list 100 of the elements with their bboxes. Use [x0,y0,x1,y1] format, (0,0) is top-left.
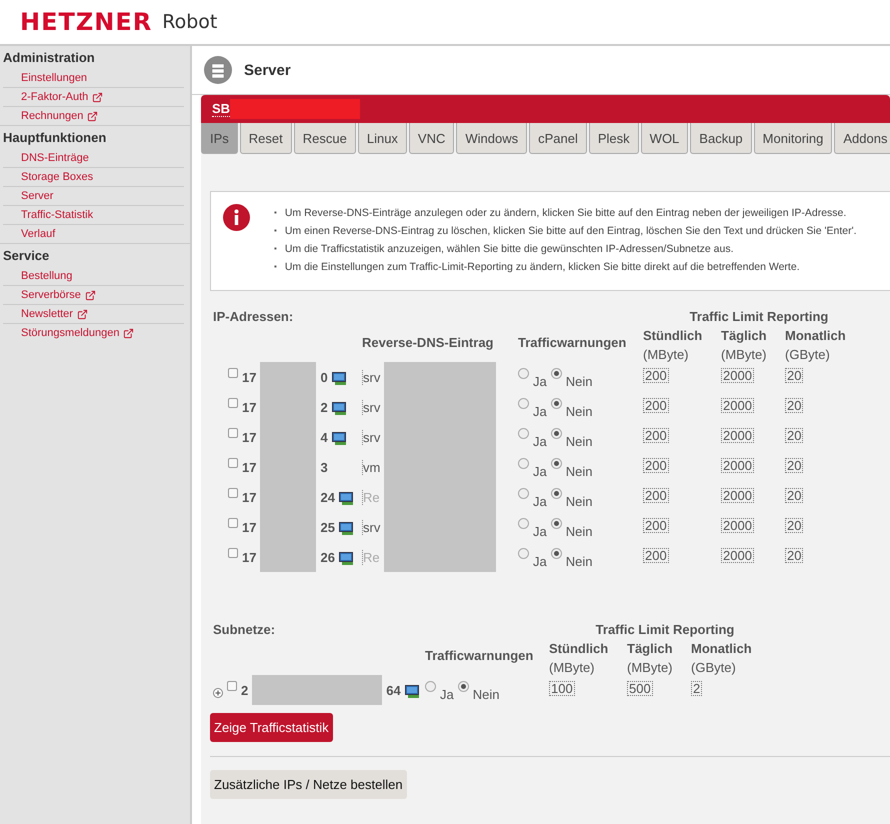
hourly-limit-value[interactable]: 200 [643,458,669,473]
tab[interactable]: Reset [240,123,292,154]
yes-radio[interactable] [518,488,529,499]
hourly-limit-value[interactable]: 200 [643,428,669,443]
ip-address[interactable]: 25 [320,520,335,535]
tab[interactable]: Linux [358,123,407,154]
monthly-limit-value[interactable]: 20 [785,458,804,473]
yes-radio[interactable] [518,458,529,469]
no-radio[interactable] [458,681,469,692]
ip-address[interactable]: 17 [242,550,256,565]
monthly-limit-value[interactable]: 20 [785,548,804,563]
ip-address[interactable]: 4 [320,430,328,445]
daily-limit-value[interactable]: 500 [627,681,653,696]
monitor-icon[interactable] [338,492,353,505]
ip-address[interactable]: 17 [242,370,256,385]
yes-radio[interactable] [518,368,529,379]
yes-radio[interactable] [518,548,529,559]
no-radio[interactable] [550,488,562,499]
logo[interactable]: HETZNER [20,8,152,36]
no-radio[interactable] [550,368,562,379]
daily-limit-value[interactable]: 2000 [721,488,754,503]
daily-limit-value[interactable]: 2000 [721,428,754,443]
sidebar-link[interactable]: Storage Boxes [21,171,94,183]
daily-limit-value[interactable]: 2000 [721,398,754,413]
monitor-icon[interactable] [338,552,353,565]
checkbox[interactable] [227,681,237,691]
expand-icon[interactable] [213,688,223,698]
tab[interactable]: IPs [201,123,238,154]
reverse-dns-entry[interactable]: vm [362,460,380,475]
yes-radio[interactable] [518,518,529,529]
hourly-limit-value[interactable]: 200 [643,368,669,383]
daily-limit-value[interactable]: 2000 [721,518,754,533]
sidebar-link[interactable]: Newsletter [21,308,73,320]
checkbox[interactable] [228,368,238,378]
sidebar-link[interactable]: Störungsmeldungen [21,327,120,339]
monitor-icon[interactable] [338,522,353,535]
ip-address[interactable]: 17 [242,400,256,415]
sidebar-link[interactable]: DNS-Einträge [21,152,89,164]
reverse-dns-entry[interactable]: srv [362,430,380,445]
show-traffic-stats-button[interactable]: Zeige Trafficstatistik [210,713,333,742]
monthly-limit-value[interactable]: 20 [785,488,804,503]
reverse-dns-entry[interactable]: srv [362,520,380,535]
daily-limit-value[interactable]: 2000 [721,548,754,563]
tab[interactable]: cPanel [529,123,587,154]
subnet-address[interactable]: 64 [386,683,401,698]
monthly-limit-value[interactable]: 20 [785,428,804,443]
checkbox[interactable] [228,518,238,528]
daily-limit-value[interactable]: 2000 [721,368,754,383]
reverse-dns-entry[interactable]: srv [362,400,380,415]
subnet-address[interactable]: 2 [241,683,248,698]
monthly-limit-value[interactable]: 20 [785,398,804,413]
hourly-limit-value[interactable]: 200 [643,518,669,533]
tab[interactable]: Addons [834,123,890,154]
ip-address[interactable]: 17 [242,490,256,505]
order-button[interactable]: Zusätzliche IPs / Netze bestellen [210,770,407,799]
ip-address[interactable]: 17 [242,520,256,535]
hourly-limit-value[interactable]: 200 [643,488,669,503]
monitor-icon[interactable] [332,372,346,385]
checkbox[interactable] [228,428,238,438]
no-radio[interactable] [550,548,562,559]
monitor-icon[interactable] [332,402,346,415]
hourly-limit-value[interactable]: 200 [643,398,669,413]
tab[interactable]: Plesk [588,123,639,154]
ip-address[interactable]: 3 [320,460,328,475]
daily-limit-value[interactable]: 2000 [721,458,754,473]
tab[interactable]: Monitoring [754,123,832,154]
checkbox[interactable] [228,488,238,498]
yes-radio[interactable] [518,398,529,409]
sidebar-link[interactable]: Verlauf [21,228,56,240]
tab[interactable]: Windows [456,123,528,154]
sidebar-link[interactable]: Serverbörse [21,289,81,301]
monthly-limit-value[interactable]: 20 [785,368,804,383]
hourly-limit-value[interactable]: 100 [549,681,575,696]
ip-address[interactable]: 26 [320,550,335,565]
monitor-icon[interactable] [404,685,419,698]
checkbox[interactable] [228,398,238,408]
checkbox[interactable] [228,548,238,558]
no-radio[interactable] [550,398,562,409]
ip-address[interactable]: 0 [320,370,328,385]
ip-address[interactable]: 2 [320,400,328,415]
tab[interactable]: Backup [690,123,752,154]
ip-address[interactable]: 17 [242,430,256,445]
no-radio[interactable] [550,458,562,469]
monthly-limit-value[interactable]: 20 [785,518,804,533]
yes-radio[interactable] [425,681,436,692]
hourly-limit-value[interactable]: 200 [643,548,669,563]
ip-address[interactable]: 17 [242,460,256,475]
tab[interactable]: Rescue [294,123,356,154]
reverse-dns-entry[interactable]: srv [362,370,380,385]
tab[interactable]: WOL [640,123,688,154]
tab[interactable]: VNC [408,123,454,154]
sidebar-link[interactable]: Server [21,190,54,202]
checkbox[interactable] [228,458,238,468]
sidebar-link[interactable]: 2-Faktor-Auth [21,91,88,103]
sidebar-link[interactable]: Traffic-Statistik [21,209,94,221]
monitor-icon[interactable] [332,432,346,445]
yes-radio[interactable] [518,428,529,439]
no-radio[interactable] [550,428,562,439]
sidebar-link[interactable]: Bestellung [21,270,72,282]
sidebar-link[interactable]: Einstellungen [21,72,88,84]
